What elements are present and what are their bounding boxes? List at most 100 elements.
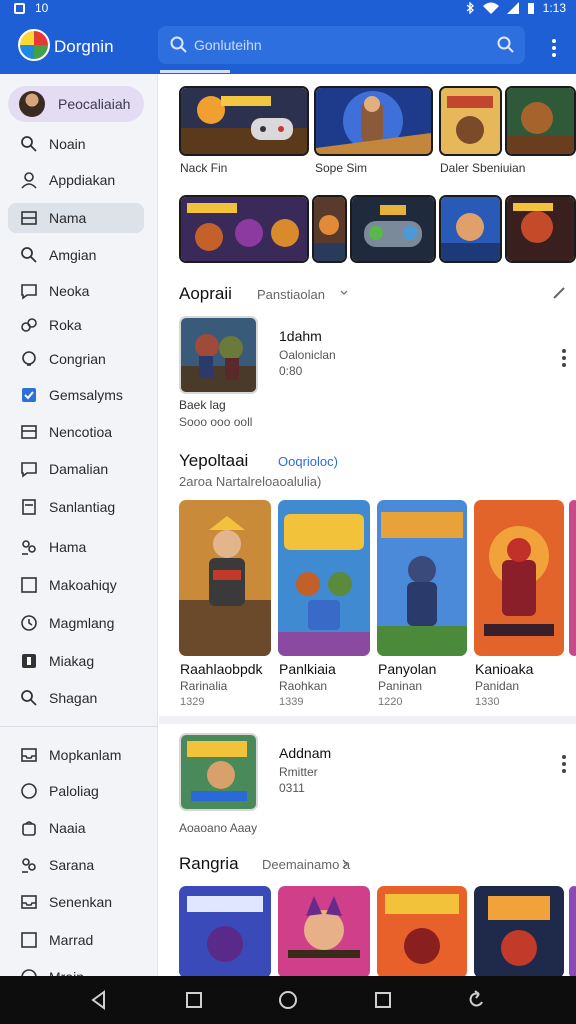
game-title-3[interactable]: Panyolan [378,661,436,677]
featured-tile-4[interactable] [505,86,576,156]
more-options-icon[interactable] [561,349,567,371]
featured-tile-6[interactable] [312,195,347,263]
sidebar-item-label: Amgian [49,247,97,263]
recents-icon[interactable] [184,990,204,1010]
game-title-2[interactable]: Panlkiaia [279,661,336,677]
sidebar-item-neoka[interactable]: Neoka [8,276,144,306]
signal-icon [506,2,519,14]
featured-tile-7[interactable] [350,195,436,263]
square-icon [21,577,37,593]
featured-tile-3[interactable] [439,86,502,156]
sidebar-item-senenkan[interactable]: Senenkan [8,887,144,917]
overflow-menu-icon[interactable] [547,37,561,57]
search-icon [170,36,187,53]
search-icon [21,136,37,152]
sidebar-item-gemsalyms[interactable]: Gemsalyms [8,380,144,410]
sidebar-item-label: Sanlantiag [49,499,116,515]
sidebar-item-amgian[interactable]: Amgian [8,240,144,270]
game-poster-4[interactable] [474,500,564,656]
game-year-4: 1330 [475,696,500,708]
featured-caption-1: Nack Fin [180,161,228,175]
rotate-icon[interactable] [467,990,487,1010]
game-poster-1[interactable] [179,500,271,656]
featured-tile-5[interactable] [179,195,309,263]
game-poster-10[interactable] [569,886,576,976]
sidebar-item-hama[interactable]: Hama [8,532,144,562]
sidebar: Peocaliaiah Noain Appdiakan Nama Amgian Neok… [0,74,158,976]
sidebar-item-nencotioa[interactable]: Nencotioa [8,417,144,447]
clock-icon [21,615,37,631]
section-one-subtitle[interactable]: Panstiaolan [257,287,325,302]
sidebar-item-label: Noain [49,136,86,152]
search-submit-icon[interactable] [497,36,515,54]
app2-developer: Rmitter [279,765,318,779]
game-poster-6[interactable] [179,886,271,976]
game-title-4[interactable]: Kanioaka [475,661,533,677]
sidebar-item-sarana[interactable]: Sarana [8,850,144,880]
featured-caption-2: Sope Sim [315,161,368,175]
sidebar-item-marrad[interactable]: Marrad [8,925,144,955]
sidebar-item-roka[interactable]: Roka [8,310,144,340]
chevron-down-icon[interactable] [340,289,348,297]
app2-name[interactable]: Addnam [279,745,331,761]
sidebar-item-mrain[interactable]: Mrain [8,962,144,976]
back-icon[interactable] [89,990,109,1010]
search-focus-indicator [160,70,230,73]
game-poster-3[interactable] [377,500,467,656]
sidebar-item-nama[interactable]: Nama [8,203,144,233]
more-options-icon-2[interactable] [561,755,567,777]
section-four-link[interactable]: Deemainamo a [262,857,350,872]
sidebar-item-appdiakan[interactable]: Appdiakan [8,165,144,195]
app-icon-1dahm[interactable] [179,316,258,394]
featured-tile-2[interactable] [314,86,433,156]
sidebar-item-label: Damalian [49,461,109,477]
sidebar-item-noain[interactable]: Noain [8,129,144,159]
sidebar-item-naaia[interactable]: Naaia [8,813,144,843]
featured-tile-9[interactable] [505,195,576,263]
sidebar-item-shagan[interactable]: Shagan [8,683,144,713]
sidebar-item-damalian[interactable]: Damalian [8,454,144,484]
square-icon [21,932,37,948]
game-poster-9[interactable] [474,886,564,976]
profile-chip[interactable]: Peocaliaiah [8,86,144,122]
section-two-link[interactable]: Ooqrioloc) [278,454,338,469]
game-year-2: 1339 [279,696,304,708]
app-name[interactable]: 1dahm [279,328,322,344]
sidebar-item-congrian[interactable]: Congrian [8,344,144,374]
link-icon [21,318,37,332]
app-logo-icon[interactable] [18,29,50,61]
edit-icon[interactable] [552,286,566,300]
person-icon [21,172,37,189]
chevron-right-icon[interactable] [341,859,349,869]
wifi-icon [482,2,499,14]
sidebar-item-paloliag[interactable]: Paloliag [8,776,144,806]
document-icon [22,499,36,515]
game-poster-2[interactable] [278,500,370,656]
globe-icon [21,969,37,976]
app-caption-2: Sooo ooo ooll [179,415,253,429]
mail-icon [21,425,37,439]
sidebar-item-sanlantiag[interactable]: Sanlantiag [8,492,144,522]
inbox-icon [21,748,37,762]
sidebar-item-label: Congrian [49,351,106,367]
game-poster-8[interactable] [377,886,467,976]
search-input[interactable]: Gonluteihn [158,26,525,64]
game-poster-7[interactable] [278,886,370,976]
sidebar-item-label: Roka [49,317,82,333]
featured-tile-1[interactable] [179,86,309,156]
game-poster-5[interactable] [569,500,576,656]
game-title-1[interactable]: Raahlaobpdk [180,661,263,677]
sidebar-item-miakag[interactable]: Miakag [8,646,144,676]
sidebar-item-magmlang[interactable]: Magmlang [8,608,144,638]
featured-tile-8[interactable] [439,195,502,263]
home-icon[interactable] [278,990,298,1010]
section-two-title: Yepoltaai [179,451,249,470]
sidebar-item-makoahiqy[interactable]: Makoahiqy [8,570,144,600]
app-icon-addnam[interactable] [179,733,258,811]
sidebar-item-mopkanlam[interactable]: Mopkanlam [8,740,144,770]
sidebar-item-label: Appdiakan [49,172,116,188]
overview-icon[interactable] [373,990,393,1010]
app-price: 0:80 [279,364,303,378]
app-title: Dorgnin [54,37,114,56]
sidebar-item-label: Magmlang [49,615,115,631]
